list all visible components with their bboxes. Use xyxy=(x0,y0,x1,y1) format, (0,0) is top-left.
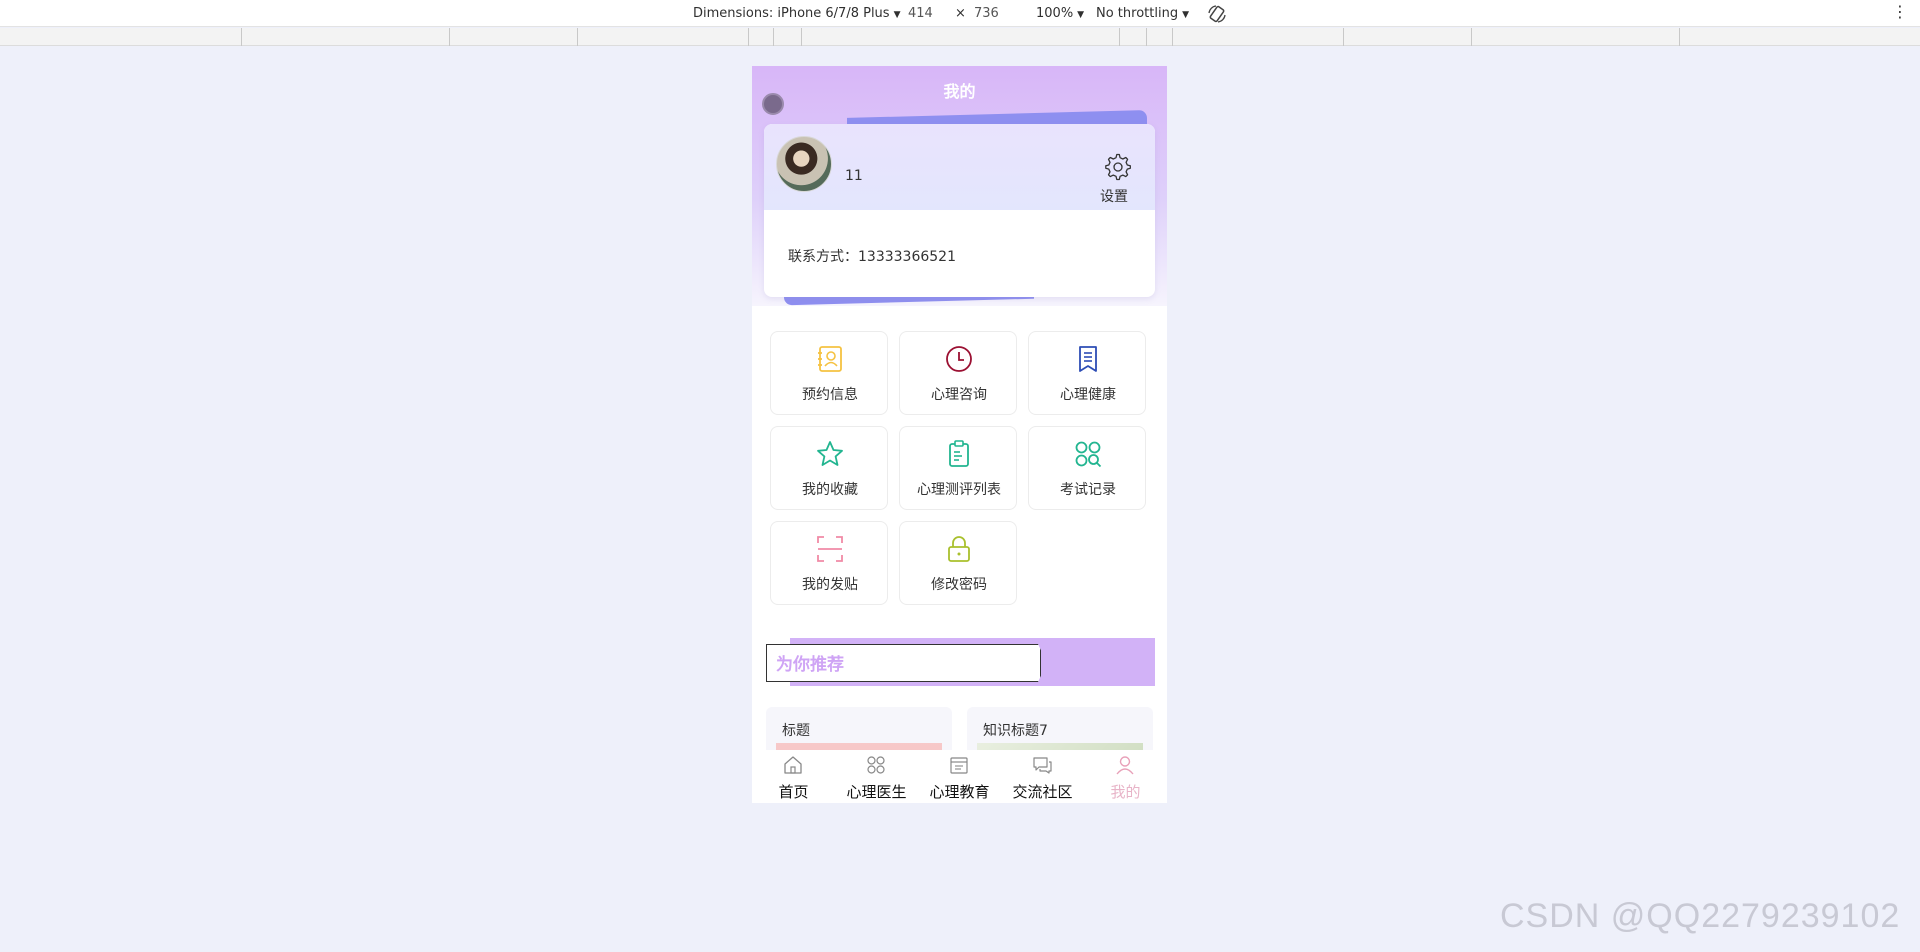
device-selector[interactable]: Dimensions: iPhone 6/7/8 Plus ▼ xyxy=(693,6,901,21)
menu-item-assessment-list[interactable]: 心理测评列表 xyxy=(899,426,1017,510)
menu-item-my-posts[interactable]: 我的发贴 xyxy=(770,521,888,605)
recommend-card-title: 标题 xyxy=(782,723,810,739)
calendar-icon xyxy=(950,757,968,774)
chevron-down-icon: ▼ xyxy=(1182,10,1189,20)
menu-item-label: 我的收藏 xyxy=(802,482,858,498)
profile-card: 11 设置 联系方式：13333366521 xyxy=(764,124,1155,297)
clock-icon xyxy=(946,346,972,372)
device-dimensions-label: Dimensions: iPhone 6/7/8 Plus xyxy=(693,6,890,21)
menu-item-appointments[interactable]: 预约信息 xyxy=(770,331,888,415)
tab-label: 交流社区 xyxy=(1012,783,1073,801)
grid-icon xyxy=(867,756,885,774)
tab-doctors[interactable]: 心理医生 xyxy=(835,750,918,803)
star-icon xyxy=(817,441,843,466)
home-icon xyxy=(784,756,802,774)
user-icon xyxy=(1116,756,1134,775)
times-sign: × xyxy=(955,6,966,21)
media-query-ruler xyxy=(0,28,1920,46)
tab-home[interactable]: 首页 xyxy=(752,750,835,803)
gear-icon[interactable] xyxy=(1103,152,1133,182)
chevron-down-icon: ▼ xyxy=(1077,10,1085,20)
width-input[interactable]: 414 xyxy=(908,6,933,21)
tab-label: 心理教育 xyxy=(929,783,990,801)
menu-item-exam-records[interactable]: 考试记录 xyxy=(1028,426,1146,510)
watermark: CSDN @QQ2279239102 xyxy=(1500,897,1901,935)
username: 11 xyxy=(845,168,863,184)
recommend-title: 为你推荐 xyxy=(776,655,844,675)
chevron-down-icon: ▼ xyxy=(893,10,901,20)
recommend-card-title: 知识标题7 xyxy=(983,723,1048,739)
avatar[interactable] xyxy=(776,136,832,192)
scan-icon xyxy=(817,536,843,562)
devtools-device-toolbar: Dimensions: iPhone 6/7/8 Plus ▼ 414 × 736… xyxy=(0,0,1920,27)
menu-item-change-password[interactable]: 修改密码 xyxy=(899,521,1017,605)
mobile-viewport: 我的 11 设置 联系方式：13333366521 预约信息 心理咨询 心理健康… xyxy=(752,66,1167,803)
rotate-icon[interactable] xyxy=(1207,4,1227,24)
chat-icon xyxy=(1033,757,1052,774)
menu-item-label: 预约信息 xyxy=(802,387,858,403)
height-input[interactable]: 736 xyxy=(974,6,999,21)
menu-item-consultation[interactable]: 心理咨询 xyxy=(899,331,1017,415)
tab-label: 心理医生 xyxy=(846,783,907,801)
settings-label[interactable]: 设置 xyxy=(1100,186,1128,206)
clipboard-icon xyxy=(949,440,969,467)
menu-item-label: 心理咨询 xyxy=(931,387,987,403)
zoom-selector[interactable]: 100% ▼ xyxy=(1036,6,1084,21)
tab-label: 我的 xyxy=(1110,783,1141,801)
apps-search-icon xyxy=(1075,441,1102,468)
menu-item-label: 我的发贴 xyxy=(802,577,858,593)
page-title: 我的 xyxy=(943,82,976,101)
more-options-icon[interactable]: ⋮ xyxy=(1892,4,1908,20)
menu-item-mental-health[interactable]: 心理健康 xyxy=(1028,331,1146,415)
contact-info: 联系方式：13333366521 xyxy=(788,249,956,265)
lock-icon xyxy=(948,536,970,562)
throttling-label: No throttling xyxy=(1096,6,1179,21)
tab-label: 首页 xyxy=(778,783,809,801)
floating-assist-button[interactable] xyxy=(762,93,784,115)
bookmark-list-icon xyxy=(1079,346,1097,372)
menu-item-label: 修改密码 xyxy=(931,577,987,593)
menu-item-label: 考试记录 xyxy=(1060,482,1116,498)
menu-item-label: 心理测评列表 xyxy=(917,482,1001,498)
bottom-tab-bar: 首页 心理医生 心理教育 交流社区 我的 xyxy=(752,750,1167,803)
tab-community[interactable]: 交流社区 xyxy=(1001,750,1084,803)
tab-mine[interactable]: 我的 xyxy=(1084,750,1167,803)
throttling-selector[interactable]: No throttling ▼ xyxy=(1096,6,1189,21)
menu-item-favorites[interactable]: 我的收藏 xyxy=(770,426,888,510)
tab-education[interactable]: 心理教育 xyxy=(918,750,1001,803)
menu-item-label: 心理健康 xyxy=(1060,387,1116,403)
contact-book-icon xyxy=(818,346,842,372)
zoom-label: 100% xyxy=(1036,6,1074,21)
